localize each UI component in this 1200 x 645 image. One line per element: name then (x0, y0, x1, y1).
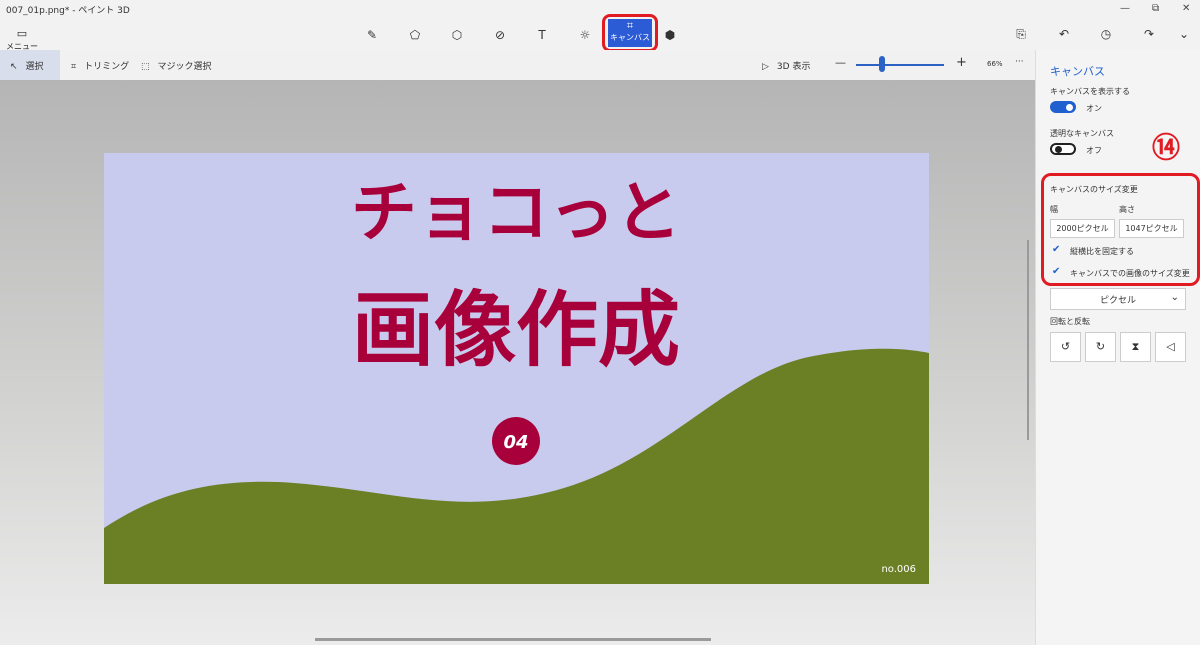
minimize-button[interactable]: — (1120, 3, 1130, 14)
rotate-right-button[interactable]: ↻ (1085, 332, 1116, 362)
magic-select-button[interactable]: ⬚ マジック選択 (141, 59, 212, 72)
crop-button[interactable]: ⌗ トリミング (71, 59, 129, 72)
canvas-tool-highlight: ⌗ キャンバス (602, 14, 658, 52)
toggle-knob (1055, 146, 1062, 153)
rotate-left-icon: ↺ (1060, 340, 1071, 353)
view-3d-button[interactable]: ▷ 3D 表示 (762, 59, 810, 72)
width-label: 幅 (1050, 205, 1058, 214)
canvas-image[interactable]: チョコっと 画像作成 04 no.006 (104, 153, 929, 584)
magic-select-icon: ⬚ (141, 62, 150, 72)
text-icon: T (538, 28, 546, 42)
transparent-canvas-label: 透明なキャンバス (1050, 129, 1114, 138)
crop-label: トリミング (84, 62, 130, 72)
artwork-footer: no.006 (881, 564, 916, 575)
transparent-canvas-toggle[interactable] (1050, 143, 1076, 155)
resize-image-checkbox[interactable]: ✔ (1052, 266, 1060, 277)
chevron-down-icon: ⌄ (1170, 292, 1179, 303)
window-title: 007_01p.png* - ペイント 3D (6, 6, 130, 16)
brushes-tool[interactable]: ✎ (358, 24, 386, 46)
vertical-scrollbar[interactable] (1027, 240, 1029, 440)
paste-button[interactable]: ⎘ (1010, 27, 1032, 45)
view-3d-icon: ▷ (762, 62, 769, 72)
select-button[interactable]: ↖ 選択 (0, 50, 60, 80)
artwork-svg: チョコっと 画像作成 04 no.006 (104, 153, 929, 584)
view-3d-label: 3D 表示 (776, 62, 811, 72)
artwork-badge-number: 04 (503, 432, 528, 453)
redo-button[interactable]: ↷ (1138, 27, 1160, 45)
canvas-panel: キャンバス キャンバスを表示する オン 透明なキャンバス オフ ⑭ キャンバスの… (1035, 50, 1200, 645)
zoom-slider[interactable] (856, 64, 944, 66)
zoom-out-button[interactable]: — (835, 56, 846, 69)
height-field[interactable]: 1047ピクセル (1119, 219, 1184, 238)
resize-canvas-title: キャンバスのサイズ変更 (1050, 185, 1138, 194)
menu-button[interactable]: ▭ メニュー (6, 22, 38, 52)
close-button[interactable]: ✕ (1182, 3, 1190, 14)
rotate-flip-label: 回転と反転 (1050, 317, 1090, 326)
more-options-button[interactable]: ··· (1015, 57, 1024, 67)
width-field[interactable]: 2000ピクセル (1050, 219, 1115, 238)
title-bar: 007_01p.png* - ペイント 3D ▭ メニュー ✎ ⬠ ⬡ ⊘ T … (0, 0, 1200, 52)
flip-vertical-icon: ◁ (1166, 340, 1175, 353)
3d-library-icon: ⬢ (664, 28, 676, 42)
3d-library-tool[interactable]: ⬢ (656, 24, 684, 46)
horizontal-scrollbar[interactable] (315, 638, 711, 641)
canvas-toolbar: ↖ 選択 ⌗ トリミング ⬚ マジック選択 ▷ 3D 表示 — + 66% ··· (0, 50, 1035, 80)
show-canvas-toggle[interactable] (1050, 101, 1076, 113)
resize-image-label: キャンバスでの画像のサイズ変更 (1070, 269, 1190, 278)
history-icon: ◷ (1100, 27, 1112, 41)
rotate-right-icon: ↻ (1095, 340, 1106, 353)
pointer-icon: ↖ (10, 62, 18, 72)
shapes-2d-tool[interactable]: ⬠ (401, 24, 429, 46)
clipboard-icon: ⎘ (1016, 27, 1026, 41)
expand-button[interactable]: ⌄ (1173, 27, 1195, 45)
toggle-knob (1066, 103, 1073, 111)
show-canvas-state: オン (1086, 104, 1102, 113)
unit-select-value: ピクセル (1099, 296, 1136, 306)
effects-icon: ☼ (579, 28, 591, 42)
canvas-tool-label: キャンバス (610, 33, 650, 42)
undo-button[interactable]: ↶ (1053, 27, 1075, 45)
stickers-tool[interactable]: ⊘ (486, 24, 514, 46)
history-button[interactable]: ◷ (1095, 27, 1117, 45)
lock-aspect-label: 縦横比を固定する (1070, 247, 1134, 256)
undo-icon: ↶ (1058, 27, 1070, 41)
magic-select-label: マジック選択 (157, 62, 212, 72)
canvas-tool[interactable]: ⌗ キャンバス (608, 19, 652, 47)
brush-icon: ✎ (366, 28, 378, 42)
artwork-title-line2: 画像作成 (352, 283, 680, 378)
zoom-level: 66% (987, 60, 1003, 68)
select-label: 選択 (25, 62, 44, 72)
lock-aspect-checkbox[interactable]: ✔ (1052, 244, 1060, 255)
artwork-title-line1: チョコっと (351, 174, 681, 251)
flip-horizontal-icon: ⧗ (1131, 340, 1140, 353)
sticker-icon: ⊘ (494, 28, 506, 42)
flip-horizontal-button[interactable]: ⧗ (1120, 332, 1151, 362)
restore-button[interactable]: ⧉ (1152, 3, 1159, 14)
zoom-slider-thumb[interactable] (879, 56, 886, 72)
shapes-2d-icon: ⬠ (409, 28, 421, 42)
chevron-down-icon: ⌄ (1178, 27, 1190, 41)
flip-vertical-button[interactable]: ◁ (1155, 332, 1186, 362)
shapes-3d-tool[interactable]: ⬡ (443, 24, 471, 46)
cube-icon: ⬡ (451, 28, 463, 42)
show-canvas-label: キャンバスを表示する (1050, 87, 1130, 96)
unit-select[interactable]: ピクセル ⌄ (1050, 288, 1186, 310)
folder-icon: ▭ (16, 27, 28, 40)
crop-icon: ⌗ (71, 62, 77, 72)
step-annotation: ⑭ (1151, 131, 1180, 164)
panel-title: キャンバス (1050, 65, 1105, 78)
zoom-in-button[interactable]: + (956, 55, 967, 70)
effects-tool[interactable]: ☼ (571, 24, 599, 46)
text-tool[interactable]: T (528, 24, 556, 46)
redo-icon: ↷ (1143, 27, 1155, 41)
rotate-left-button[interactable]: ↺ (1050, 332, 1081, 362)
transparent-canvas-state: オフ (1086, 146, 1102, 155)
height-label: 高さ (1119, 205, 1135, 214)
canvas-crop-icon: ⌗ (626, 19, 634, 32)
